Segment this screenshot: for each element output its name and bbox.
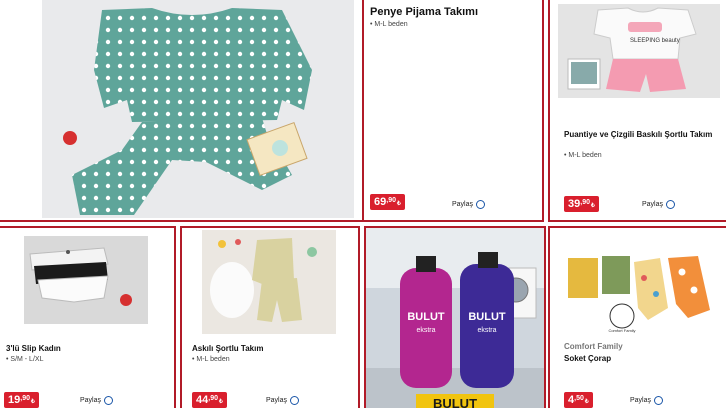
- product-title: Askılı Şortlu Takım: [192, 344, 264, 353]
- price-whole: 44: [196, 394, 209, 406]
- price-tag: 4 ,50 ₺: [564, 392, 593, 408]
- share-button[interactable]: Paylaş: [80, 396, 114, 405]
- price-fraction: ,90: [386, 197, 396, 204]
- share-label: Paylaş: [642, 201, 664, 208]
- product-size: • M-L beden: [370, 21, 408, 28]
- price-whole: 69: [374, 196, 387, 208]
- product-size: • S/M - L/XL: [6, 356, 44, 363]
- share-label: Paylaş: [630, 397, 652, 404]
- price-fraction: ,90: [20, 395, 30, 402]
- product-card-pajama[interactable]: [0, 0, 364, 222]
- product-title: Puantiye ve Çizgili Baskılı Şortlu Takım: [564, 130, 713, 139]
- product-card-socks[interactable]: Comfort Family Comfort Family Soket Çora…: [548, 226, 726, 408]
- price-tag: 69 ,90 ₺: [370, 194, 405, 210]
- product-grid: Penye Pijama Takımı • M-L beden 69 ,90 ₺…: [0, 0, 726, 408]
- share-label: Paylaş: [266, 397, 288, 404]
- price-fraction: ,50: [574, 395, 584, 402]
- share-button[interactable]: Paylaş: [266, 396, 300, 405]
- product-size: • M-L beden: [564, 152, 602, 159]
- bottle-sub-left: ekstra: [416, 327, 435, 334]
- tshirt-print: SLEEPING beauty: [630, 38, 680, 44]
- price-whole: 19: [8, 394, 21, 406]
- product-brand: Comfort Family: [564, 342, 623, 351]
- socks-image: Comfort Family: [564, 248, 718, 338]
- price-fraction: ,90: [208, 395, 218, 402]
- slip-image: [24, 236, 148, 324]
- product-title: 3'lü Slip Kadın: [6, 344, 61, 353]
- share-icon: [654, 396, 664, 405]
- pajama-image: [42, 0, 354, 218]
- banner-brand: BULUT: [433, 396, 477, 408]
- product-card-short-set[interactable]: SLEEPING beauty Puantiye ve Çizgili Bask…: [548, 0, 726, 222]
- share-label: Paylaş: [452, 201, 474, 208]
- share-label: Paylaş: [80, 397, 102, 404]
- share-icon: [104, 396, 114, 405]
- product-card-slip[interactable]: 3'lü Slip Kadın • S/M - L/XL 19 ,90 ₺ Pa…: [0, 226, 176, 408]
- currency-symbol: ₺: [584, 399, 589, 405]
- price-whole: 39: [568, 198, 581, 210]
- strap-set-image: [202, 230, 336, 334]
- product-card-pajama-info[interactable]: Penye Pijama Takımı • M-L beden 69 ,90 ₺…: [362, 0, 544, 222]
- currency-symbol: ₺: [30, 399, 35, 405]
- price-tag: 39 ,90 ₺: [564, 196, 599, 212]
- product-title: Penye Pijama Takımı: [370, 6, 479, 18]
- share-button[interactable]: Paylaş: [452, 200, 486, 209]
- bottle-brand-right: BULUT: [468, 311, 506, 323]
- price-tag: 19 ,90 ₺: [4, 392, 39, 408]
- short-set-image: SLEEPING beauty: [558, 4, 720, 98]
- currency-symbol: ₺: [218, 399, 223, 405]
- currency-symbol: ₺: [590, 203, 595, 209]
- price-tag: 44 ,90 ₺: [192, 392, 227, 408]
- socks-logo: Comfort Family: [608, 328, 635, 333]
- share-button[interactable]: Paylaş: [642, 200, 676, 209]
- share-button[interactable]: Paylaş: [630, 396, 664, 405]
- price-fraction: ,90: [580, 199, 590, 206]
- currency-symbol: ₺: [396, 201, 401, 207]
- product-card-detergent[interactable]: BULUT BULUT ekstra ekstra BULUT: [364, 226, 546, 408]
- share-icon: [290, 396, 300, 405]
- share-icon: [666, 200, 676, 209]
- product-card-strap-set[interactable]: Askılı Şortlu Takım • M-L beden 44 ,90 ₺…: [180, 226, 360, 408]
- share-icon: [476, 200, 486, 209]
- bottle-brand-left: BULUT: [407, 311, 445, 323]
- product-title: Soket Çorap: [564, 354, 612, 363]
- detergent-image: BULUT BULUT ekstra ekstra BULUT: [366, 228, 544, 408]
- bottle-sub-right: ekstra: [477, 327, 496, 334]
- product-size: • M-L beden: [192, 356, 230, 363]
